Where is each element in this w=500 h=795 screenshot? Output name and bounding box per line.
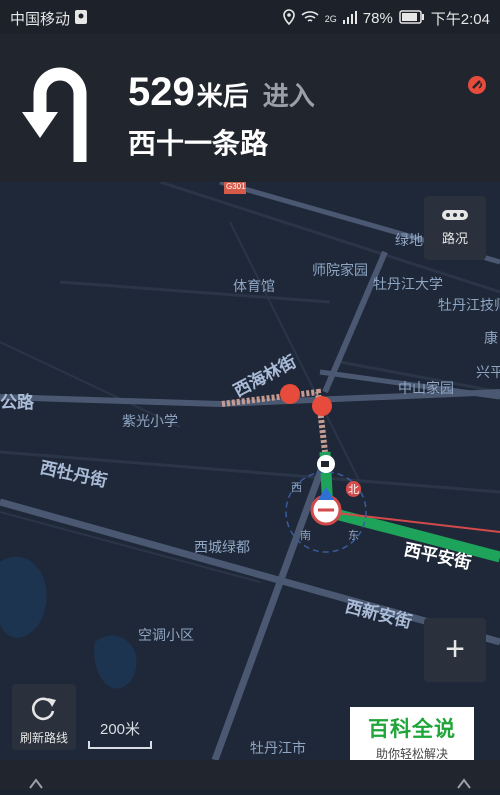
traffic-icon [424, 210, 486, 220]
road-label: 公路 [0, 393, 34, 412]
watermark-logo: 百科全说 助你轻松解决 [350, 707, 474, 761]
poi-label: 牡丹江技师 [438, 297, 500, 313]
watermark-title: 百科全说 [368, 718, 456, 741]
map-scale: 200米 [88, 718, 152, 749]
close-icon[interactable] [28, 776, 44, 795]
poi-label: 康 [484, 330, 498, 346]
battery-icon [399, 9, 425, 28]
location-icon [282, 8, 295, 29]
distance-unit: 米后 [196, 81, 249, 111]
u-turn-icon [22, 62, 102, 162]
plus-icon: + [445, 630, 465, 668]
compass-north-marker: 北 [346, 481, 361, 497]
refresh-label: 刷新路线 [19, 731, 68, 745]
poi-label: 西城绿都 [194, 539, 250, 555]
refresh-route-button[interactable]: 刷新路线 [12, 684, 76, 750]
poi-label: 紫光小学 [122, 413, 178, 429]
distance-row: 529米后 进入 [128, 70, 315, 115]
battery-percent: 78% [362, 10, 393, 27]
poi-label: 兴平 [476, 364, 500, 380]
zoom-in-button[interactable]: + [424, 618, 486, 682]
poi-label: 牡丹江大学 [373, 276, 443, 292]
poi-label: 体育馆 [233, 278, 275, 294]
poi-label: 中山家园 [398, 380, 454, 396]
clock: 下午2:04 [430, 11, 490, 28]
compass-label: 南 [300, 530, 311, 542]
network-type: 2G [324, 13, 337, 24]
scale-bar [88, 741, 152, 749]
compass-label: 西 [291, 482, 302, 494]
carrier-label: 中国移动 [10, 11, 71, 28]
compass-label: 东 [348, 530, 359, 542]
highway-shield: G301 [226, 182, 246, 191]
chevron-up-icon[interactable] [456, 776, 472, 795]
poi-label: 绿地 [395, 232, 423, 248]
distance-value: 529 [128, 70, 195, 114]
maneuver-action: 进入 [262, 81, 315, 111]
traffic-label: 路况 [441, 231, 468, 246]
next-road-name: 西十一条路 [128, 128, 269, 159]
poi-label: 牡丹江市 [250, 740, 306, 756]
refresh-icon [12, 694, 76, 725]
poi-label: 空调小区 [138, 627, 194, 643]
location-pin-icon [74, 9, 88, 29]
status-bar: 中国移动 2G 78% 下午2:04 [0, 0, 500, 34]
bottom-bar [0, 760, 500, 790]
wifi-icon [301, 10, 319, 28]
traffic-toggle-button[interactable]: 路况 [424, 196, 486, 260]
signal-icon [342, 10, 357, 28]
scale-label: 200米 [99, 721, 141, 738]
nav-instruction-panel: 529米后 进入 西十一条路 [0, 34, 500, 182]
voice-broadcast-icon[interactable] [466, 74, 488, 101]
poi-label: 师院家园 [312, 262, 368, 278]
